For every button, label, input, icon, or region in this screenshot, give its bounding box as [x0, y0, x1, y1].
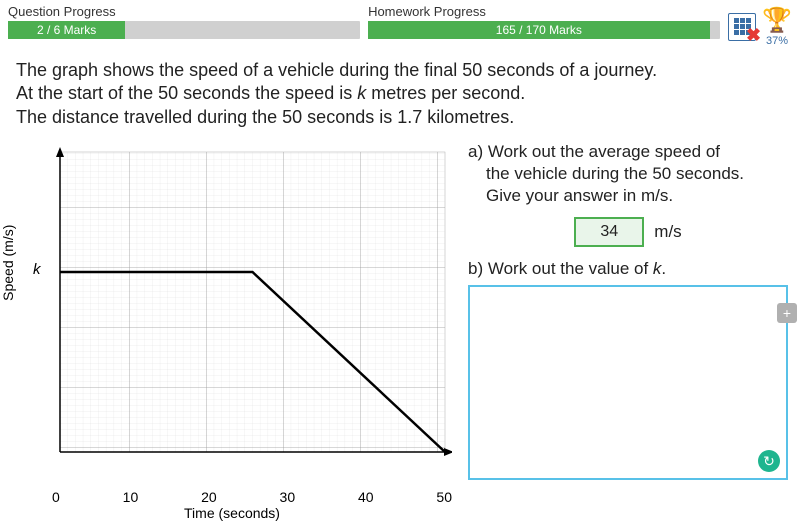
question-progress-bar: 2 / 6 Marks [8, 21, 360, 39]
refresh-button[interactable]: ↻ [758, 450, 780, 472]
question-progress-fill: 2 / 6 Marks [8, 21, 125, 39]
expand-button[interactable]: + [777, 303, 797, 323]
homework-progress-fill: 165 / 170 Marks [368, 21, 710, 39]
part-a: a) Work out the average speed of the veh… [468, 141, 788, 247]
x-axis-ticks: 0 10 20 30 40 50 [52, 489, 452, 505]
part-b-prompt-a: b) Work out the value of [468, 259, 653, 278]
homework-progress-block: Homework Progress 165 / 170 Marks [368, 4, 720, 39]
homework-progress-bar: 165 / 170 Marks [368, 21, 720, 39]
homework-progress-label: Homework Progress [368, 4, 720, 19]
trophy-block[interactable]: 🏆 37% [762, 6, 792, 47]
x-axis-label: Time (seconds) [184, 505, 280, 521]
answer-a-unit: m/s [654, 222, 681, 242]
answer-b-input[interactable]: + ↻ [468, 285, 788, 480]
trophy-percent: 37% [766, 35, 788, 47]
question-line2: At the start of the 50 seconds the speed… [16, 82, 784, 105]
answer-a-input[interactable]: 34 [574, 217, 644, 247]
graph-area: Speed (m/s) k [4, 141, 460, 521]
part-a-line3: Give your answer in m/s. [468, 186, 673, 205]
question-line1: The graph shows the speed of a vehicle d… [16, 59, 784, 82]
trophy-icon: 🏆 [762, 6, 792, 35]
k-axis-label: k [33, 261, 41, 278]
question-progress-block: Question Progress 2 / 6 Marks [8, 4, 360, 39]
part-b-prompt-b: . [661, 259, 666, 278]
part-a-line2: the vehicle during the 50 seconds. [468, 164, 744, 183]
part-a-line1: a) Work out the average speed of [468, 142, 720, 161]
question-progress-label: Question Progress [8, 4, 360, 19]
question-text: The graph shows the speed of a vehicle d… [0, 51, 800, 137]
y-axis-label: Speed (m/s) [0, 225, 16, 301]
calculator-icon[interactable]: ✖ [728, 13, 756, 41]
part-b: b) Work out the value of k. + ↻ [468, 259, 788, 480]
graph-svg [52, 147, 452, 467]
question-line3: The distance travelled during the 50 sec… [16, 106, 784, 129]
close-icon: ✖ [746, 25, 761, 46]
